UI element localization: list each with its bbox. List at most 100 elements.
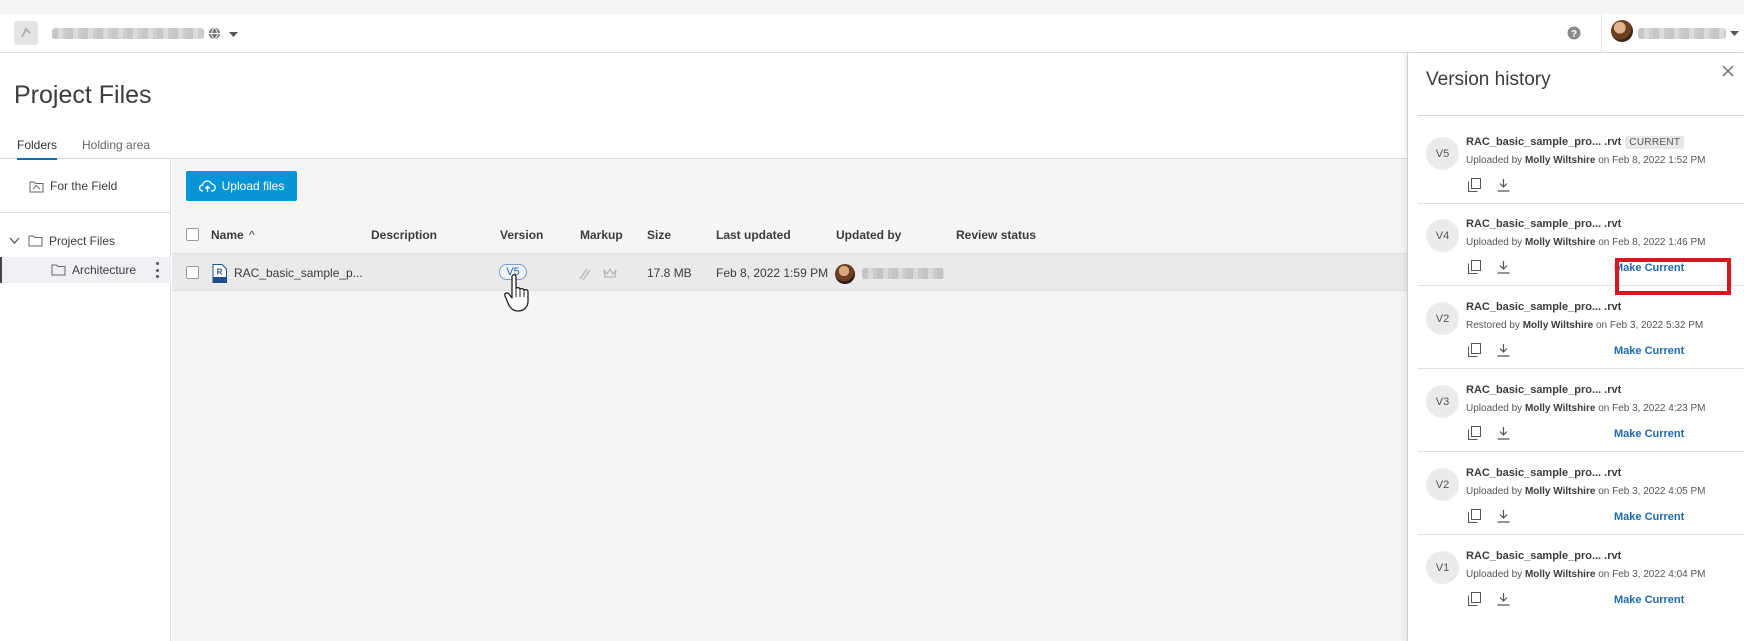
- version-number-badge: V2: [1426, 468, 1459, 501]
- version-item: V1 RAC_basic_sample_pro... .rvt Uploaded…: [1418, 536, 1744, 618]
- version-number-badge: V2: [1426, 302, 1459, 335]
- svg-text:?: ?: [1571, 29, 1577, 40]
- version-item: V2 RAC_basic_sample_pro... .rvt Restored…: [1418, 287, 1744, 369]
- user-menu-chevron-icon[interactable]: [1730, 31, 1739, 37]
- version-meta: Uploaded by Molly Wiltshire on Feb 3, 20…: [1466, 486, 1706, 497]
- column-header-version[interactable]: Version: [500, 228, 543, 242]
- version-file-name: RAC_basic_sample_pro... .rvt: [1466, 550, 1622, 562]
- version-meta: Uploaded by Molly Wiltshire on Feb 3, 20…: [1466, 403, 1706, 414]
- chevron-down-icon[interactable]: [229, 32, 238, 38]
- sidebar-item-project-files[interactable]: Project Files: [9, 234, 115, 248]
- sort-ascending-icon: ^: [249, 228, 255, 242]
- table-header: Name ^ Description Version Markup Size L…: [172, 223, 1407, 247]
- cloud-upload-icon: [198, 179, 216, 192]
- sidebar-item-architecture-content[interactable]: Architecture: [51, 263, 136, 277]
- browser-strip: [0, 0, 1744, 14]
- sidebar-item-for-the-field[interactable]: For the Field: [29, 179, 117, 193]
- help-icon[interactable]: ?: [1567, 26, 1581, 40]
- topbar-divider: [1601, 14, 1602, 53]
- column-header-review-status[interactable]: Review status: [956, 228, 1036, 242]
- copy-icon[interactable]: [1468, 426, 1481, 440]
- copy-icon[interactable]: [1468, 592, 1481, 606]
- sidebar-item-label: Project Files: [49, 234, 116, 248]
- app-logo-icon[interactable]: [14, 21, 38, 45]
- chevron-down-icon[interactable]: [9, 237, 20, 245]
- close-icon[interactable]: [1721, 64, 1735, 78]
- sidebar-divider: [0, 212, 171, 213]
- avatar: [835, 264, 855, 284]
- download-icon[interactable]: [1497, 426, 1510, 440]
- version-item: V5 RAC_basic_sample_pro... .rvt CURRENT U…: [1418, 122, 1744, 204]
- version-file-name: RAC_basic_sample_pro... .rvt: [1466, 301, 1622, 313]
- file-size: 17.8 MB: [647, 266, 692, 280]
- column-header-description[interactable]: Description: [371, 228, 437, 242]
- avatar[interactable]: [1611, 20, 1633, 42]
- highlight-annotation-box: [1615, 258, 1731, 295]
- column-header-size[interactable]: Size: [647, 228, 671, 242]
- version-meta: Uploaded by Molly Wiltshire on Feb 8, 20…: [1466, 155, 1706, 166]
- top-bar: ?: [0, 14, 1744, 53]
- revit-file-icon: R: [212, 264, 227, 283]
- copy-icon[interactable]: [1468, 260, 1481, 274]
- file-name-link[interactable]: RAC_basic_sample_p...: [234, 266, 363, 280]
- table-row[interactable]: R RAC_basic_sample_p... V5 17.8 MB Feb 8…: [172, 253, 1407, 291]
- sidebar-item-label: Architecture: [72, 263, 137, 277]
- markup-crown-icon[interactable]: [602, 265, 618, 281]
- make-current-button[interactable]: Make Current: [1614, 511, 1684, 523]
- version-file-name: RAC_basic_sample_pro... .rvt: [1466, 218, 1622, 230]
- make-current-button[interactable]: Make Current: [1614, 594, 1684, 606]
- column-header-markup[interactable]: Markup: [580, 228, 623, 242]
- copy-icon[interactable]: [1468, 343, 1481, 357]
- version-file-name: RAC_basic_sample_pro... .rvt: [1466, 467, 1622, 479]
- version-author: Molly Wiltshire: [1522, 320, 1594, 331]
- column-header-last-updated[interactable]: Last updated: [716, 228, 791, 242]
- more-options-icon[interactable]: [155, 262, 159, 278]
- version-number-badge: V1: [1426, 551, 1459, 584]
- version-author: Molly Wiltshire: [1524, 237, 1596, 248]
- panel-divider: [1418, 115, 1744, 116]
- select-all-checkbox[interactable]: [186, 228, 199, 241]
- make-current-button[interactable]: Make Current: [1614, 345, 1684, 357]
- page-title: Project Files: [14, 81, 152, 109]
- download-icon[interactable]: [1497, 592, 1510, 606]
- tab-folders[interactable]: Folders: [17, 138, 58, 160]
- row-checkbox[interactable]: [186, 266, 199, 279]
- svg-text:R: R: [217, 268, 223, 277]
- upload-files-button[interactable]: Upload files: [186, 171, 297, 201]
- column-header-name[interactable]: Name ^: [211, 228, 255, 242]
- version-meta: Uploaded by Molly Wiltshire on Feb 8, 20…: [1466, 237, 1706, 248]
- copy-icon[interactable]: [1468, 178, 1481, 192]
- download-icon[interactable]: [1497, 343, 1510, 357]
- version-item: V3 RAC_basic_sample_pro... .rvt Uploaded…: [1418, 370, 1744, 452]
- user-name-redacted[interactable]: [1638, 28, 1726, 39]
- download-icon[interactable]: [1497, 260, 1510, 274]
- version-meta: Restored by Molly Wiltshire on Feb 3, 20…: [1466, 320, 1704, 331]
- version-item: V2 RAC_basic_sample_pro... .rvt Uploaded…: [1418, 453, 1744, 535]
- file-list-area: Upload files Name ^ Description Version …: [172, 159, 1407, 641]
- tab-holding-area[interactable]: Holding area: [82, 138, 150, 152]
- copy-icon[interactable]: [1468, 509, 1481, 523]
- globe-icon: [208, 27, 221, 40]
- sidebar-item-label: For the Field: [50, 179, 118, 193]
- file-last-updated: Feb 8, 2022 1:59 PM: [716, 266, 829, 280]
- folder-icon: [28, 235, 43, 247]
- folder-sidebar: For the Field Project Files Architecture: [0, 159, 171, 641]
- folder-icon: [51, 264, 66, 276]
- project-name-redacted[interactable]: [52, 28, 204, 39]
- tab-bar: Folders Holding area: [0, 134, 1407, 160]
- version-author: Molly Wiltshire: [1524, 155, 1596, 166]
- version-number-badge: V5: [1426, 137, 1459, 170]
- download-icon[interactable]: [1497, 178, 1510, 192]
- version-meta: Uploaded by Molly Wiltshire on Feb 3, 20…: [1466, 569, 1706, 580]
- version-author: Molly Wiltshire: [1524, 569, 1596, 580]
- column-header-updated-by[interactable]: Updated by: [836, 228, 901, 242]
- version-author: Molly Wiltshire: [1524, 403, 1596, 414]
- download-icon[interactable]: [1497, 509, 1510, 523]
- version-number-badge: V3: [1426, 385, 1459, 418]
- panel-title: Version history: [1426, 69, 1551, 90]
- version-file-name: RAC_basic_sample_pro... .rvt CURRENT: [1466, 136, 1685, 149]
- make-current-button[interactable]: Make Current: [1614, 428, 1684, 440]
- version-file-name: RAC_basic_sample_pro... .rvt: [1466, 384, 1622, 396]
- field-folder-icon: [29, 181, 44, 192]
- markup-pen-icon[interactable]: [578, 265, 594, 281]
